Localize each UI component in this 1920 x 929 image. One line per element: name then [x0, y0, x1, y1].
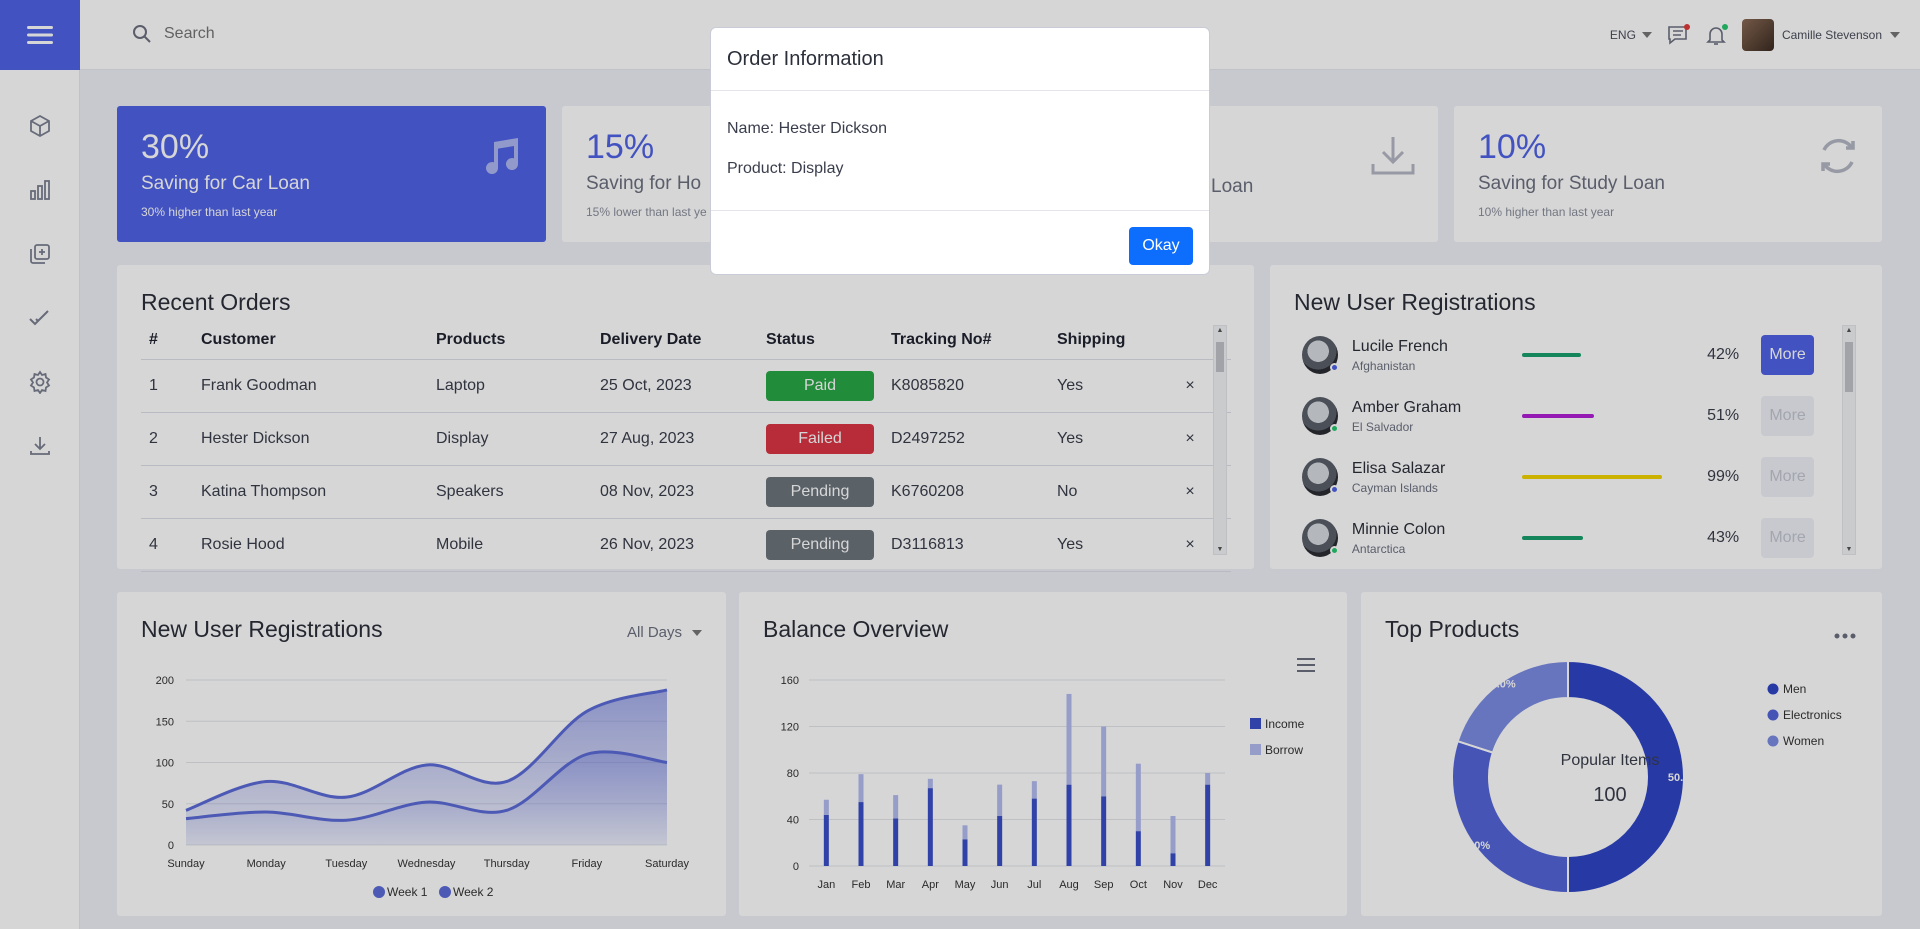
okay-button[interactable]: Okay [1129, 227, 1193, 265]
modal-footer: Okay [711, 211, 1209, 275]
order-information-modal: Order Information Name: Hester Dickson P… [710, 27, 1210, 275]
modal-title: Order Information [711, 28, 1209, 91]
modal-product-line: Product: Display [727, 160, 844, 177]
modal-name-line: Name: Hester Dickson [727, 120, 888, 137]
modal-body: Name: Hester Dickson Product: Display [711, 91, 1209, 211]
